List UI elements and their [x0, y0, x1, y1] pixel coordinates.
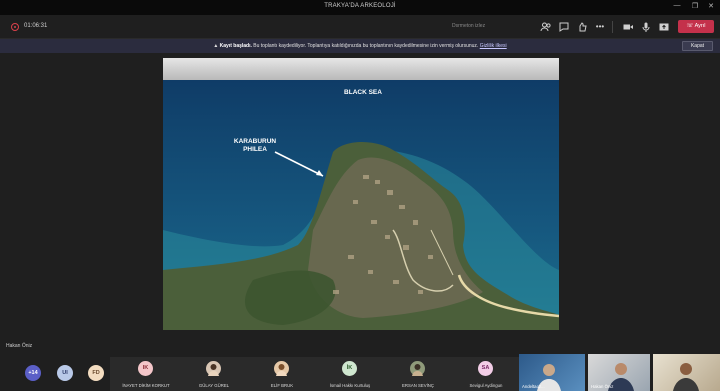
participant-video[interactable]: [653, 354, 720, 391]
share-screen-icon[interactable]: [658, 21, 670, 33]
leave-label: Ayrıl: [694, 23, 706, 29]
participant-tile[interactable]: ERSAN SEVİNÇ: [382, 357, 454, 391]
recording-banner: ▲ Kayıt başladı. Bu toplantı kaydediliyo…: [0, 39, 720, 53]
meeting-timer: 01:06:31: [24, 23, 48, 29]
more-options-icon[interactable]: •••: [594, 21, 606, 33]
reactions-icon[interactable]: [576, 21, 588, 33]
participant-name: GÜLAY GÜREL: [198, 383, 230, 388]
recording-indicator-icon: [11, 23, 19, 31]
participant-strip: +14 UI FD IK İNAYET DİKİM KORKUT GÜLAY G…: [0, 353, 720, 391]
participant-name: ELİF BRUK: [270, 383, 294, 388]
participant-chip[interactable]: FD: [88, 365, 104, 381]
participant-video[interactable]: Hakan Öniz: [588, 354, 650, 391]
participant-tile[interactable]: ELİF BRUK: [246, 357, 318, 391]
sea-label: BLACK SEA: [344, 89, 382, 96]
camera-icon[interactable]: [622, 21, 634, 33]
participant-chip[interactable]: UI: [57, 365, 73, 381]
privacy-policy-link[interactable]: Gizlilik ilkesi: [480, 43, 507, 49]
avatar: İK: [342, 361, 357, 376]
participant-name: Sevigul Aydingun: [469, 383, 503, 388]
participant-video[interactable]: Andeltaoz...: [519, 354, 585, 391]
shared-slide: BLACK SEA KARABURUN PHILEA: [163, 58, 559, 330]
warning-icon: ▲: [213, 43, 219, 49]
chat-icon[interactable]: [558, 21, 570, 33]
slide-header-band: [163, 58, 559, 80]
participant-name: İNAYET DİKİM KORKUT: [122, 383, 170, 388]
presenter-name: Hakan Öniz: [6, 343, 33, 349]
maximize-icon[interactable]: ❐: [688, 2, 702, 10]
satellite-map-image: BLACK SEA KARABURUN PHILEA: [163, 80, 559, 330]
participant-tile[interactable]: SA Sevigul Aydingun: [450, 357, 522, 391]
participant-tile[interactable]: IK İNAYET DİKİM KORKUT: [110, 357, 182, 391]
toolbar-divider: [612, 21, 613, 33]
participant-name: Hakan Öniz: [591, 384, 614, 389]
participant-name: Andeltaoz...: [522, 384, 545, 389]
window-title: TRAKYA'DA ARKEOLOJİ: [324, 3, 396, 9]
window-titlebar: TRAKYA'DA ARKEOLOJİ — ❐ ✕: [0, 0, 720, 15]
minimize-icon[interactable]: —: [670, 2, 684, 9]
participant-tile[interactable]: İK İsmail Hakkı Kurtuluş: [314, 357, 386, 391]
recording-text: Bu toplantı kaydediliyor. Toplantıya kat…: [253, 43, 479, 49]
shared-content-stage: BLACK SEA KARABURUN PHILEA Hakan Öniz: [0, 53, 720, 353]
more-participants-button[interactable]: +14: [25, 365, 41, 381]
avatar: IK: [138, 361, 153, 376]
participant-tile[interactable]: GÜLAY GÜREL: [178, 357, 250, 391]
reactions-hint: Dsrmeton izlez: [452, 23, 486, 29]
meeting-toolbar: 01:06:31 Dsrmeton izlez ••• ☏ Ayrıl: [0, 15, 720, 39]
close-banner-button[interactable]: Kapat: [682, 41, 713, 51]
participant-name: İsmail Hakkı Kurtuluş: [329, 383, 371, 388]
avatar: [206, 361, 221, 376]
participant-name: ERSAN SEVİNÇ: [402, 383, 434, 388]
site-label-line1: KARABURUN: [233, 138, 277, 145]
avatar: SA: [478, 361, 493, 376]
microphone-icon[interactable]: [640, 21, 652, 33]
site-label-line2: PHILEA: [243, 145, 267, 153]
recording-message: ▲ Kayıt başladı. Bu toplantı kaydediliyo…: [0, 43, 720, 49]
leave-button[interactable]: ☏ Ayrıl: [678, 20, 714, 33]
avatar: [410, 361, 425, 376]
site-label: KARABURUN PHILEA: [225, 138, 285, 153]
avatar: [274, 361, 289, 376]
recording-started-label: Kayıt başladı.: [219, 43, 252, 49]
people-icon[interactable]: [540, 21, 552, 33]
close-window-icon[interactable]: ✕: [704, 2, 718, 10]
